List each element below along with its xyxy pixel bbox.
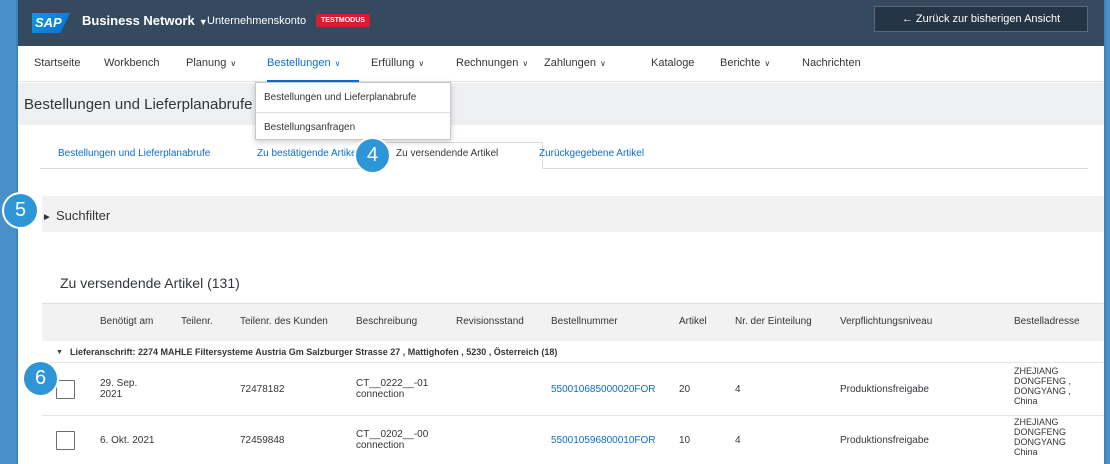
nav-label: Zahlungen	[544, 57, 596, 69]
address-line: DONGYANG	[1014, 437, 1066, 447]
tab-items-to-confirm[interactable]: Zu bestätigende Artikel	[257, 148, 361, 159]
address-line: ZHEJIANG	[1014, 417, 1059, 427]
address-line: DONGFENG	[1014, 427, 1067, 437]
step-badge-5: 5	[4, 194, 37, 227]
row-checkbox[interactable]	[56, 380, 75, 399]
nav-zahlungen[interactable]: Zahlungen ∨	[544, 57, 606, 69]
app-window: SAP Business Network ▼ Unternehmenskonto …	[16, 0, 1106, 464]
address-line: DONGYANG ,	[1014, 386, 1071, 396]
column-header-part-no[interactable]: Teilenr.	[181, 316, 213, 327]
desc-line: connection	[356, 389, 405, 400]
bestellungen-dropdown-menu: Bestellungen und Lieferplanabrufe Bestel…	[255, 82, 451, 140]
group-delivery-address: Lieferanschrift: 2274 MAHLE Filtersystem…	[70, 347, 558, 357]
shell-bar: SAP Business Network ▼ Unternehmenskonto …	[18, 0, 1104, 46]
column-header-order-number[interactable]: Bestellnummer	[551, 316, 618, 327]
table-title: Zu versendende Artikel (131)	[60, 275, 240, 291]
desc-line: CT__0202__-00	[356, 429, 429, 440]
tab-bar: Bestellungen und Lieferplanabrufe Zu bes…	[40, 142, 1088, 169]
search-filter-label[interactable]: Suchfilter	[56, 208, 110, 223]
menu-item-orders-and-releases[interactable]: Bestellungen und Lieferplanabrufe	[264, 92, 416, 103]
nav-workbench[interactable]: Workbench	[104, 57, 159, 69]
step-badge-6: 6	[24, 362, 57, 395]
cell-needed-by: 29. Sep. 2021	[100, 378, 137, 400]
cell-item: 20	[679, 384, 691, 395]
row-divider	[42, 415, 1104, 416]
address-line: DONGFENG ,	[1014, 376, 1072, 386]
account-label: Unternehmenskonto	[207, 15, 307, 27]
menu-divider	[256, 112, 450, 113]
nav-berichte[interactable]: Berichte ∨	[720, 57, 770, 69]
product-name: Business Network	[82, 13, 195, 28]
cell-description: CT__0222__-01 connection	[356, 378, 428, 400]
cell-schedule-no: 4	[735, 384, 741, 395]
nav-label: Startseite	[34, 57, 81, 69]
nav-planung[interactable]: Planung ∨	[186, 57, 236, 69]
expand-arrow-icon[interactable]: ►	[42, 212, 52, 223]
nav-rechnungen[interactable]: Rechnungen ∨	[456, 57, 528, 69]
cell-customer-part-no: 72478182	[240, 384, 285, 395]
cell-description: CT__0202__-00 connection	[356, 429, 428, 451]
cell-order-address: ZHEJIANG DONGFENG DONGYANG China	[1014, 417, 1066, 457]
chevron-down-icon: ∨	[522, 59, 529, 68]
column-header-revision[interactable]: Revisionsstand	[456, 316, 524, 327]
nav-label: Bestellungen	[267, 57, 331, 69]
cell-item: 10	[679, 435, 691, 446]
page-title: Bestellungen und Lieferplanabrufe	[24, 96, 253, 113]
nav-label: Kataloge	[651, 57, 695, 69]
nav-nachrichten[interactable]: Nachrichten	[802, 57, 861, 69]
cell-commitment-level: Produktionsfreigabe	[840, 435, 929, 446]
chevron-down-icon: ∨	[230, 59, 237, 68]
back-to-previous-view-button[interactable]: ← Zurück zur bisherigen Ansicht	[874, 6, 1088, 32]
order-number-link[interactable]: 550010596800010FOR	[551, 435, 656, 446]
chevron-down-icon: ∨	[334, 59, 341, 68]
step-badge-4: 4	[356, 139, 389, 172]
main-nav: Startseite Workbench Planung ∨ Bestellung…	[18, 46, 1104, 82]
nav-erfuellung[interactable]: Erfüllung ∨	[371, 57, 424, 69]
nav-label: Workbench	[104, 57, 160, 69]
address-line: China	[1014, 396, 1038, 406]
column-header-description[interactable]: Beschreibung	[356, 316, 417, 327]
desc-line: CT__0222__-01	[356, 378, 429, 389]
test-mode-badge: TESTMODUS	[316, 14, 370, 27]
nav-label: Berichte	[720, 57, 761, 69]
menu-item-order-inquiries[interactable]: Bestellungsanfragen	[264, 122, 355, 133]
column-header-customer-part-no[interactable]: Teilenr. des Kunden	[240, 316, 328, 327]
search-filter-panel[interactable]	[42, 196, 1104, 232]
product-switcher[interactable]: Business Network ▼	[82, 13, 208, 28]
nav-label: Rechnungen	[456, 57, 519, 69]
column-header-item[interactable]: Artikel	[679, 316, 707, 327]
nav-label: Nachrichten	[802, 57, 861, 69]
nav-label: Erfüllung	[371, 57, 415, 69]
tab-items-to-ship[interactable]: Zu versendende Artikel	[396, 148, 498, 159]
column-header-order-address[interactable]: Bestelladresse	[1014, 316, 1080, 327]
nav-label: Planung	[186, 57, 227, 69]
row-checkbox[interactable]	[56, 431, 75, 450]
address-line: China	[1014, 447, 1038, 457]
column-header-needed-by[interactable]: Benötigt am	[100, 316, 153, 327]
cell-schedule-no: 4	[735, 435, 741, 446]
cell-customer-part-no: 72459848	[240, 435, 285, 446]
tab-orders-and-releases[interactable]: Bestellungen und Lieferplanabrufe	[58, 148, 210, 159]
nav-bestellungen[interactable]: Bestellungen ∨	[267, 57, 340, 69]
order-number-link[interactable]: 550010685000020FOR	[551, 384, 656, 395]
date-line: 2021	[100, 389, 123, 400]
cell-order-address: ZHEJIANG DONGFENG , DONGYANG , China	[1014, 366, 1071, 406]
chevron-down-icon: ∨	[600, 59, 606, 68]
chevron-down-icon: ∨	[764, 59, 771, 68]
sap-logo[interactable]: SAP	[32, 13, 70, 33]
nav-startseite[interactable]: Startseite	[34, 57, 80, 69]
collapse-arrow-icon[interactable]: ▼	[56, 349, 63, 356]
desc-line: connection	[356, 440, 405, 451]
date-line: 29. Sep.	[100, 378, 138, 389]
address-line: ZHEJIANG	[1014, 366, 1059, 376]
column-header-commitment-level[interactable]: Verpflichtungsniveau	[840, 316, 932, 327]
column-header-schedule-no[interactable]: Nr. der Einteilung	[735, 316, 812, 327]
cell-commitment-level: Produktionsfreigabe	[840, 384, 929, 395]
chevron-down-icon: ∨	[418, 59, 425, 68]
nav-kataloge[interactable]: Kataloge	[651, 57, 694, 69]
tab-returned-items[interactable]: Zurückgegebene Artikel	[539, 148, 644, 159]
cell-needed-by: 6. Okt. 2021	[100, 435, 155, 446]
